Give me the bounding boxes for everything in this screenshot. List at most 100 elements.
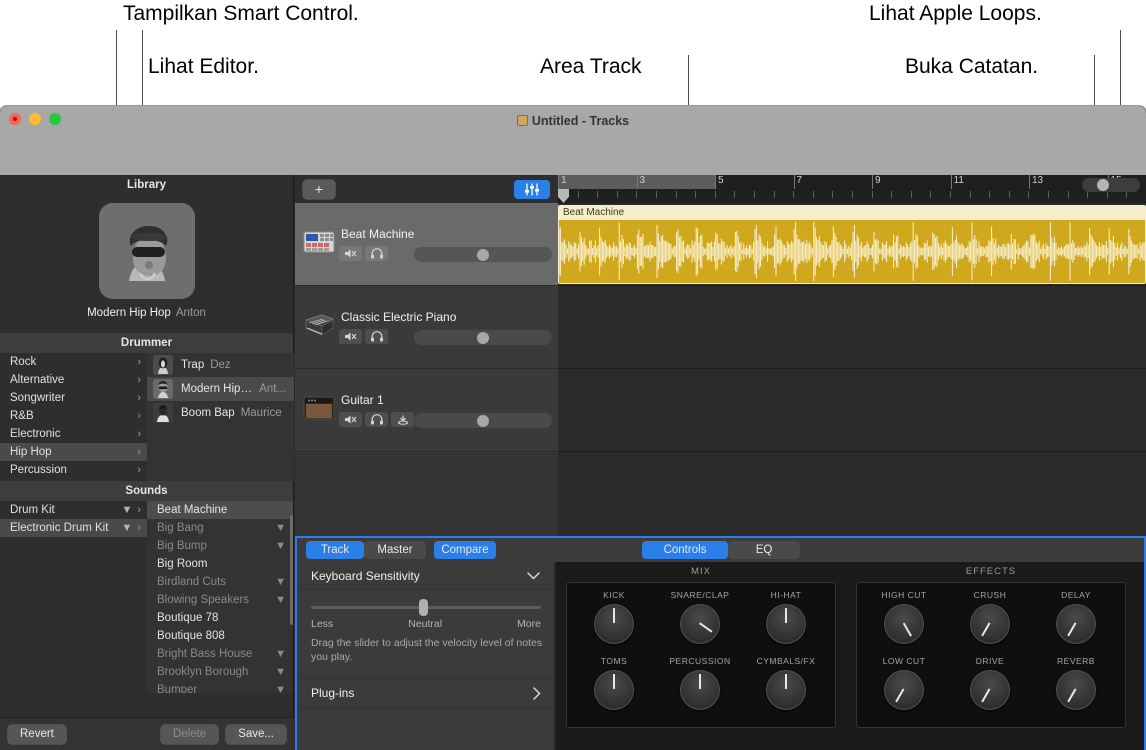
preset-item[interactable]: Boutique 808 (147, 627, 293, 645)
add-track-button[interactable]: + (303, 180, 335, 199)
preset-item[interactable]: Birdland Cuts▼ (147, 573, 293, 591)
compare-button[interactable]: Compare (434, 541, 496, 559)
knob-control[interactable]: TOMS (574, 656, 654, 710)
track-volume-slider[interactable] (414, 247, 552, 262)
headphones-solo-button[interactable] (365, 246, 388, 261)
keyboard-sensitivity-slider[interactable] (311, 606, 541, 609)
tab-controls[interactable]: Controls (642, 541, 728, 559)
track-volume-knob[interactable] (477, 415, 489, 427)
preset-item[interactable]: Boutique 78 (147, 609, 293, 627)
download-icon[interactable]: ▼ (121, 504, 132, 516)
download-icon[interactable]: ▼ (275, 540, 286, 552)
download-icon[interactable]: ▼ (275, 576, 286, 588)
keyboard-sensitivity-handle[interactable] (419, 599, 428, 616)
knob-control[interactable]: CYMBALS/FX (746, 656, 826, 710)
plugins-row[interactable]: Plug-ins (297, 678, 555, 708)
knob-control[interactable]: LOW CUT (864, 656, 944, 710)
knob-dial[interactable] (884, 670, 924, 710)
mute-button[interactable] (339, 412, 362, 427)
mixer-button[interactable] (514, 180, 550, 199)
download-icon[interactable]: ▼ (121, 522, 132, 534)
genre-item[interactable]: Alternative› (0, 371, 147, 389)
region-name: Beat Machine (559, 206, 1145, 220)
ruler-sub-tick (950, 191, 951, 198)
knob-control[interactable]: KICK (574, 590, 654, 644)
headphones-solo-button[interactable] (365, 329, 388, 344)
track-lane[interactable]: Beat Machine (558, 203, 1146, 286)
input-monitor-button[interactable] (391, 412, 414, 427)
drummer-item[interactable]: Boom BapMaurice (147, 401, 294, 425)
preset-item[interactable]: Blowing Speakers▼ (147, 591, 293, 609)
knob-dial[interactable] (970, 670, 1010, 710)
knob-dial[interactable] (1056, 670, 1096, 710)
knob-control[interactable]: REVERB (1036, 656, 1116, 710)
zoom-slider[interactable] (1082, 178, 1140, 192)
preset-item[interactable]: Big Room (147, 555, 293, 573)
genre-item[interactable]: R&B› (0, 407, 147, 425)
knob-dial[interactable] (766, 604, 806, 644)
preset-item[interactable]: Beat Machine (147, 501, 293, 519)
download-icon[interactable]: ▼ (275, 684, 286, 693)
knob-dial[interactable] (766, 670, 806, 710)
download-icon[interactable]: ▼ (275, 648, 286, 660)
knob-control[interactable]: DELAY (1036, 590, 1116, 644)
track-header[interactable]: Beat Machine (295, 203, 558, 286)
knob-dial[interactable] (594, 604, 634, 644)
preset-list-scrollbar[interactable] (290, 515, 293, 625)
knob-dial[interactable] (594, 670, 634, 710)
chevron-down-icon[interactable] (527, 572, 540, 580)
headphones-solo-button[interactable] (365, 412, 388, 427)
genre-item[interactable]: Hip Hop› (0, 443, 147, 461)
ruler[interactable]: 13579111315 (558, 175, 1146, 203)
playhead[interactable] (558, 189, 569, 203)
kit-item[interactable]: Electronic Drum Kit▼› (0, 519, 147, 537)
track-volume-slider[interactable] (414, 330, 552, 345)
download-icon[interactable]: ▼ (275, 522, 286, 534)
genre-item[interactable]: Rock› (0, 353, 147, 371)
track-volume-slider[interactable] (414, 413, 552, 428)
knob-dial[interactable] (680, 670, 720, 710)
track-lane[interactable] (558, 369, 1146, 452)
track-header[interactable]: Guitar 1 (295, 369, 558, 452)
preset-item[interactable]: Bumper▼ (147, 681, 293, 693)
track-volume-knob[interactable] (477, 249, 489, 261)
genre-item[interactable]: Songwriter› (0, 389, 147, 407)
download-icon[interactable]: ▼ (275, 666, 286, 678)
knob-dial[interactable] (884, 604, 924, 644)
genre-item[interactable]: Percussion› (0, 461, 147, 479)
tab-master[interactable]: Master (364, 541, 426, 559)
knob-dial[interactable] (970, 604, 1010, 644)
track-volume-knob[interactable] (477, 332, 489, 344)
chevron-right-icon[interactable] (533, 687, 541, 700)
mute-button[interactable] (339, 246, 362, 261)
knob-control[interactable]: PERCUSSION (660, 656, 740, 710)
audio-region[interactable]: Beat Machine (558, 205, 1146, 284)
drummer-item[interactable]: TrapDez (147, 353, 294, 377)
knob-dial[interactable] (1056, 604, 1096, 644)
knob-control[interactable]: SNARE/CLAP (660, 590, 740, 644)
track-lane[interactable] (558, 286, 1146, 369)
kit-item[interactable]: Drum Kit▼› (0, 501, 147, 519)
knob-dial[interactable] (680, 604, 720, 644)
download-icon[interactable]: ▼ (275, 594, 286, 606)
tab-eq[interactable]: EQ (728, 541, 800, 559)
delete-button[interactable]: Delete (161, 725, 218, 744)
preset-item[interactable]: Big Bang▼ (147, 519, 293, 537)
revert-button[interactable]: Revert (8, 725, 66, 744)
knob-control[interactable]: HIGH CUT (864, 590, 944, 644)
preset-item[interactable]: Bright Bass House▼ (147, 645, 293, 663)
knob-control[interactable]: DRIVE (950, 656, 1030, 710)
tab-track[interactable]: Track (306, 541, 364, 559)
genre-item[interactable]: Electronic› (0, 425, 147, 443)
mute-button[interactable] (339, 329, 362, 344)
knob-control[interactable]: CRUSH (950, 590, 1030, 644)
track-lane[interactable] (558, 452, 1146, 535)
track-header[interactable]: Classic Electric Piano (295, 286, 558, 369)
keyboard-sensitivity-header[interactable]: Keyboard Sensitivity (297, 562, 554, 590)
knob-control[interactable]: HI-HAT (746, 590, 826, 644)
save-button[interactable]: Save... (226, 725, 286, 744)
drummer-item[interactable]: Modern Hip HopAnt... (147, 377, 294, 401)
zoom-slider-knob[interactable] (1097, 179, 1109, 191)
preset-item[interactable]: Brooklyn Borough▼ (147, 663, 293, 681)
preset-item[interactable]: Big Bump▼ (147, 537, 293, 555)
